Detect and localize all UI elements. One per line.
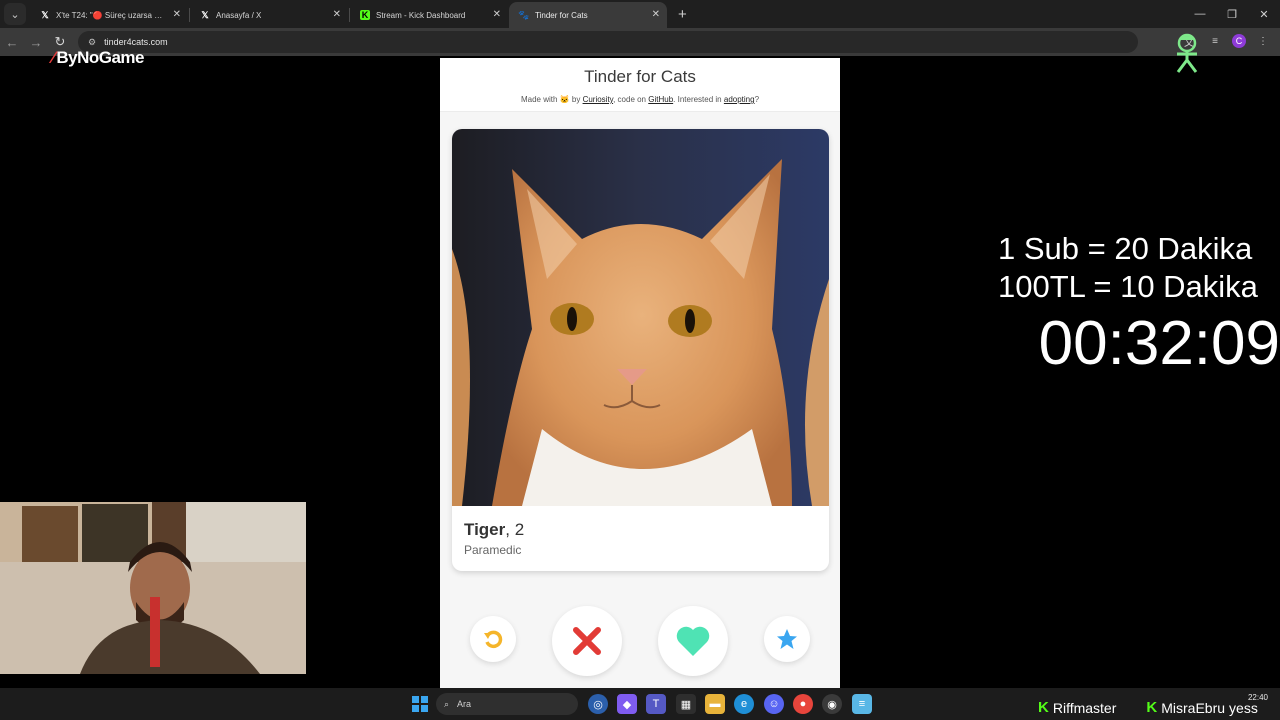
close-icon[interactable]: ✕	[493, 9, 501, 20]
ticker-user-2: MisraEbru	[1161, 699, 1226, 716]
channel-logo: ⁄ ByNoGame	[52, 48, 144, 68]
search-placeholder: Ara	[457, 699, 472, 709]
copilot-icon[interactable]: ◎	[588, 694, 608, 714]
adopting-link[interactable]: adopting	[724, 95, 755, 104]
widgets-icon[interactable]: ◆	[617, 694, 637, 714]
undo-button[interactable]	[470, 616, 516, 662]
sub-rate-text: 1 Sub = 20 Dakika	[998, 231, 1253, 266]
byline-code-on: , code on	[613, 95, 647, 104]
countdown-clock: 00:32:09	[1038, 309, 1280, 378]
url-text: tinder4cats.com	[104, 37, 168, 47]
byline-interested: . Interested in	[673, 95, 722, 104]
close-icon[interactable]: ✕	[173, 9, 181, 20]
swipe-actions	[440, 606, 840, 676]
tab-title: Anasayfa / X	[216, 10, 262, 20]
tab-title: Tinder for Cats	[535, 10, 588, 20]
super-star-icon	[777, 629, 797, 649]
address-bar[interactable]: ⚙ tinder4cats.com	[78, 31, 1138, 53]
cat-job: Paramedic	[464, 543, 522, 557]
close-icon[interactable]: ✕	[333, 9, 341, 20]
cat-age: , 2	[505, 520, 525, 539]
github-link[interactable]: GitHub	[648, 95, 673, 104]
windows-start-icon[interactable]	[410, 694, 430, 714]
nope-button[interactable]	[552, 606, 622, 676]
tab-title: X'te T24: "🔴 Süreç uzarsa CHP	[56, 10, 164, 20]
obs-icon[interactable]: ◉	[822, 694, 842, 714]
cat-name: Tiger	[464, 520, 506, 539]
tab-kick-dashboard[interactable]: K Stream - Kick Dashboard ✕	[350, 2, 508, 28]
tab-title: Stream - Kick Dashboard	[376, 10, 466, 20]
forward-icon[interactable]: →	[24, 30, 48, 54]
close-icon[interactable]: ✕	[652, 9, 660, 20]
kick-logo-icon: K	[360, 10, 370, 20]
discord-icon[interactable]: ☺	[764, 694, 784, 714]
window-controls: — ❐ ✕	[1184, 0, 1280, 28]
byline: Made with 🐱 by Curiosity, code on GitHub…	[440, 95, 840, 104]
screen: ⌄ 𝕏 X'te T24: "🔴 Süreç uzarsa CHP ✕ 𝕏 An…	[0, 0, 1280, 720]
author-link[interactable]: Curiosity	[583, 95, 614, 104]
subathon-timer: 1 Sub = 20 Dakika 100TL = 10 Dakika 00:3…	[998, 230, 1280, 378]
cat-emoji-icon: 🐱	[559, 95, 570, 104]
tinder-for-cats-page: Tinder for Cats Made with 🐱 by Curiosity…	[440, 58, 840, 688]
donation-rate-text: 100TL = 10 Dakika	[998, 269, 1258, 304]
site-info-icon[interactable]: ⚙	[88, 37, 96, 48]
notepad-icon[interactable]: ≡	[852, 694, 872, 714]
file-explorer-icon[interactable]: ▬	[705, 694, 725, 714]
browser-toolbar: ← → ↻ ⚙ tinder4cats.com 文 ≡ C ⋮	[0, 28, 1280, 56]
page-header: Tinder for Cats Made with 🐱 by Curiosity…	[440, 58, 840, 112]
tab-x-home[interactable]: 𝕏 Anasayfa / X ✕	[190, 2, 348, 28]
undo-icon	[484, 630, 503, 649]
new-tab-button[interactable]: +	[668, 6, 697, 28]
logo-mark-icon: ⁄	[52, 48, 55, 67]
chrome-icon[interactable]: ●	[793, 694, 813, 714]
ticker-trail: yess	[1229, 699, 1258, 716]
page-title: Tinder for Cats	[584, 67, 696, 86]
tab-search-button[interactable]: ⌄	[4, 3, 26, 25]
kick-logo-icon: K	[1038, 699, 1049, 716]
ticker-user-1: Riffmaster	[1052, 699, 1117, 716]
tab-tinder-for-cats[interactable]: 🐾 Tinder for Cats ✕	[509, 2, 667, 28]
byline-made-with: Made with	[520, 95, 558, 104]
menu-icon[interactable]: ⋮	[1254, 32, 1272, 50]
nope-x-icon	[573, 627, 601, 655]
like-heart-icon	[676, 626, 710, 656]
teams-icon[interactable]: T	[646, 694, 666, 714]
byline-end: ?	[754, 95, 760, 104]
webcam-feed	[0, 502, 306, 674]
store-icon[interactable]: ▦	[676, 694, 696, 714]
back-icon[interactable]: ←	[0, 30, 24, 54]
kick-logo-icon: K	[1146, 699, 1158, 716]
mascot-icon	[1176, 33, 1198, 73]
paw-icon: 🐾	[518, 9, 530, 20]
close-window-icon[interactable]: ✕	[1248, 0, 1280, 28]
profile-avatar[interactable]: C	[1232, 34, 1246, 48]
minimize-icon[interactable]: —	[1184, 0, 1216, 28]
cat-info: Tiger, 2 Paramedic	[452, 506, 829, 557]
cat-photo	[452, 129, 829, 506]
cat-name-age: Tiger, 2	[464, 520, 817, 540]
search-icon: ⌕	[444, 698, 450, 709]
byline-by: by	[571, 95, 581, 104]
taskbar-search[interactable]: ⌕ Ara	[436, 693, 578, 715]
x-logo-icon: 𝕏	[41, 9, 49, 20]
browser-tab-strip: ⌄ 𝕏 X'te T24: "🔴 Süreç uzarsa CHP ✕ 𝕏 An…	[0, 0, 1280, 28]
logo-text: ByNoGame	[56, 48, 144, 67]
chat-ticker: K Riffmaster K MisraEbru yess	[1038, 699, 1258, 716]
x-logo-icon: 𝕏	[201, 9, 209, 20]
super-like-button[interactable]	[764, 616, 810, 662]
edge-icon[interactable]: e	[734, 694, 754, 714]
restore-icon[interactable]: ❐	[1216, 0, 1248, 28]
like-button[interactable]	[658, 606, 728, 676]
tab-t24[interactable]: 𝕏 X'te T24: "🔴 Süreç uzarsa CHP ✕	[30, 2, 188, 28]
media-controls-icon[interactable]: ≡	[1206, 32, 1224, 50]
cat-profile-card[interactable]: Tiger, 2 Paramedic	[452, 129, 829, 571]
